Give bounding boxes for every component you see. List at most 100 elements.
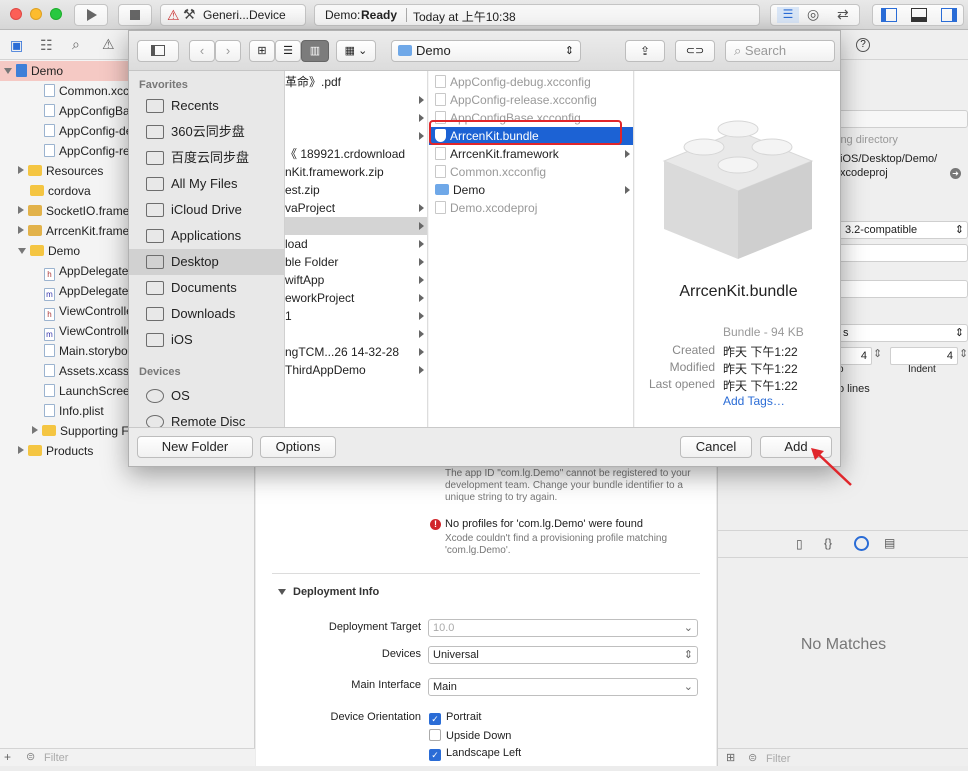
minimize-window-button[interactable] xyxy=(30,8,42,20)
assistant-editor-icon[interactable]: ◎ xyxy=(807,6,819,23)
inspector-field-2[interactable] xyxy=(838,244,968,262)
compat-select[interactable]: 3.2-compatible ⇕ xyxy=(838,221,968,239)
browser-row[interactable]: ngTCM...26 14-32-28 xyxy=(285,343,427,361)
indent-width-stepper[interactable]: ⇕ xyxy=(959,347,968,360)
main-interface-combo[interactable]: Main ⌄ xyxy=(428,678,698,696)
orientation-option[interactable]: Upside Down xyxy=(429,729,511,742)
symbol-navigator-icon[interactable]: ☷ xyxy=(40,37,53,54)
browser-row[interactable] xyxy=(285,217,427,235)
share-button[interactable]: ⇪ xyxy=(625,40,665,62)
grid-view-icon[interactable]: ⊞ xyxy=(726,751,735,764)
browser-row[interactable]: est.zip xyxy=(285,181,427,199)
checkbox-checked-icon[interactable]: ✓ xyxy=(429,749,441,761)
disclosure-closed-icon[interactable] xyxy=(18,166,24,174)
section-disclosure-icon[interactable] xyxy=(278,589,286,595)
arrange-button[interactable]: ▦ ⌄ xyxy=(336,40,376,62)
sidebar-item[interactable]: Applications xyxy=(129,223,285,249)
quick-help-icon[interactable]: ? xyxy=(856,38,870,52)
deployment-target-combo[interactable]: 10.0 ⌄ xyxy=(428,619,698,637)
disclosure-closed-icon[interactable] xyxy=(18,446,24,454)
browser-row[interactable]: ArrcenKit.framework xyxy=(429,145,633,163)
standard-editor-icon[interactable]: ☰ xyxy=(777,7,799,23)
forward-button[interactable]: › xyxy=(215,40,241,62)
sidebar-item[interactable]: Recents xyxy=(129,93,285,119)
browser-row[interactable]: AppConfig-release.xcconfig xyxy=(429,91,633,109)
browser-row[interactable]: eworkProject xyxy=(285,289,427,307)
sidebar-item[interactable]: iCloud Drive xyxy=(129,197,285,223)
list-view-button[interactable]: ☰ xyxy=(275,40,301,62)
project-navigator-icon[interactable]: ▣ xyxy=(10,37,23,54)
code-snippet-icon[interactable]: {} xyxy=(824,536,832,550)
checkbox-checked-icon[interactable]: ✓ xyxy=(429,713,441,725)
browser-row[interactable]: Common.xcconfig xyxy=(429,163,633,181)
close-window-button[interactable] xyxy=(10,8,22,20)
cancel-button[interactable]: Cancel xyxy=(680,436,752,458)
browser-row[interactable]: nKit.framework.zip xyxy=(285,163,427,181)
location-popup[interactable]: Demo ⇕ xyxy=(391,40,581,62)
navigator-toggle-icon[interactable] xyxy=(881,8,897,22)
browser-row[interactable] xyxy=(285,127,427,145)
sidebar-item[interactable]: Desktop xyxy=(129,249,285,275)
checkbox-icon[interactable] xyxy=(429,729,441,741)
back-button[interactable]: ‹ xyxy=(189,40,215,62)
navigator-filter-input[interactable]: Filter xyxy=(44,752,68,764)
browser-row[interactable] xyxy=(285,91,427,109)
new-folder-button[interactable]: New Folder xyxy=(137,436,253,458)
browser-row[interactable]: load xyxy=(285,235,427,253)
browser-row[interactable] xyxy=(285,325,427,343)
browser-row[interactable]: vaProject xyxy=(285,199,427,217)
stop-button[interactable] xyxy=(118,4,152,26)
disclosure-closed-icon[interactable] xyxy=(18,226,24,234)
reveal-arrow-icon[interactable]: ➜ xyxy=(950,168,961,179)
media-library-icon[interactable]: ▤ xyxy=(884,536,895,550)
orientation-option[interactable]: ✓ Portrait xyxy=(429,711,481,725)
tab-width-stepper[interactable]: ⇕ xyxy=(873,347,882,360)
sidebar-item[interactable]: 360云同步盘 xyxy=(129,119,285,145)
inspector-field-1[interactable] xyxy=(838,110,968,128)
sidebar-item[interactable]: Downloads xyxy=(129,301,285,327)
debug-toggle-icon[interactable] xyxy=(911,8,927,22)
sidebar-item[interactable]: Documents xyxy=(129,275,285,301)
inspector-field-3[interactable] xyxy=(838,280,968,298)
disclosure-closed-icon[interactable] xyxy=(32,426,38,434)
disclosure-open-icon[interactable] xyxy=(18,248,26,254)
browser-row[interactable]: Demo.xcodeproj xyxy=(429,199,633,217)
browser-row[interactable]: 《 189921.crdownload xyxy=(285,145,427,163)
disclosure-closed-icon[interactable] xyxy=(18,206,24,214)
text-encoding-select[interactable]: s ⇕ xyxy=(838,324,968,342)
browser-row[interactable]: wiftApp xyxy=(285,271,427,289)
orientation-option[interactable]: ✓ Landscape Left xyxy=(429,747,521,761)
browser-row[interactable] xyxy=(285,109,427,127)
version-editor-icon[interactable]: ⇄ xyxy=(837,6,849,23)
scheme-selector[interactable]: ⚠ ⚒ Generi...Device xyxy=(160,4,306,26)
browser-row[interactable]: Demo xyxy=(429,181,633,199)
browser-row[interactable]: 1 xyxy=(285,307,427,325)
sidebar-toggle-button[interactable] xyxy=(137,40,179,62)
sidebar-item[interactable]: 百度云同步盘 xyxy=(129,145,285,171)
options-button[interactable]: Options xyxy=(260,436,336,458)
sidebar-item[interactable]: All My Files xyxy=(129,171,285,197)
add-file-icon[interactable]: + xyxy=(4,750,11,764)
tab-width-field[interactable]: 4 xyxy=(838,347,872,365)
find-navigator-icon[interactable]: ⌕ xyxy=(72,36,80,53)
indent-width-field[interactable]: 4 xyxy=(890,347,958,365)
column-view-button[interactable]: ▥ xyxy=(301,40,329,62)
run-button[interactable] xyxy=(74,4,108,26)
devices-select[interactable]: Universal ⇕ xyxy=(428,646,698,664)
utilities-toggle-icon[interactable] xyxy=(941,8,957,22)
icon-view-button[interactable]: ⊞ xyxy=(249,40,275,62)
browser-row[interactable]: 革命》.pdf xyxy=(285,73,427,91)
zoom-window-button[interactable] xyxy=(50,8,62,20)
device-item[interactable]: OS xyxy=(129,383,285,409)
library-filter-input[interactable]: Filter xyxy=(766,753,790,765)
object-library-icon[interactable] xyxy=(854,536,869,551)
file-template-icon[interactable]: ▯ xyxy=(796,537,803,551)
disclosure-open-icon[interactable] xyxy=(4,68,12,74)
search-field[interactable]: ⌕ Search xyxy=(725,40,835,62)
add-tags-link[interactable]: Add Tags… xyxy=(723,394,785,408)
sidebar-item[interactable]: iOS xyxy=(129,327,285,353)
tag-button[interactable]: ⊂⊃ xyxy=(675,40,715,62)
browser-row[interactable]: ThirdAppDemo xyxy=(285,361,427,379)
issue-navigator-icon[interactable]: ⚠ xyxy=(102,36,115,53)
browser-row[interactable]: AppConfig-debug.xcconfig xyxy=(429,73,633,91)
